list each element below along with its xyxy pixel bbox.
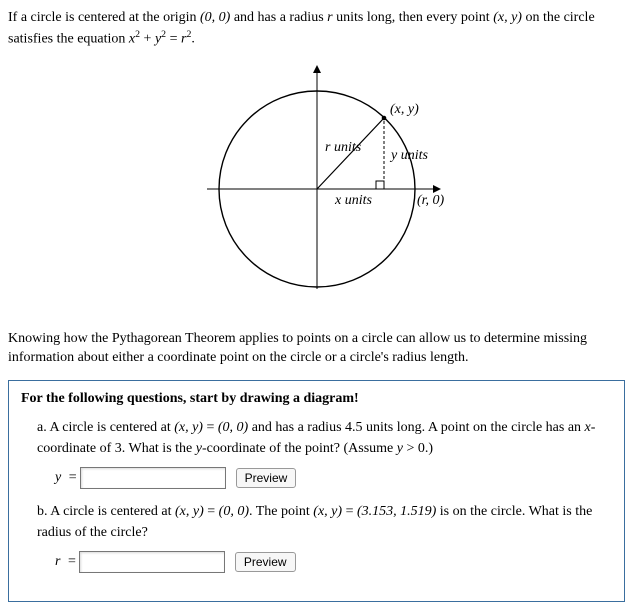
preview-button-b[interactable]: Preview — [235, 552, 296, 572]
question-box: For the following questions, start by dr… — [8, 380, 625, 602]
answer-row-a: y = Preview — [55, 467, 612, 489]
answer-input-a[interactable] — [80, 467, 226, 489]
question-a: a. A circle is centered at (x, y) = (0, … — [37, 417, 612, 459]
answer-input-b[interactable] — [79, 551, 225, 573]
intro-text: If a circle is centered at the origin (0… — [8, 8, 625, 49]
preview-button-a[interactable]: Preview — [236, 468, 297, 488]
question-b: b. A circle is centered at (x, y) = (0, … — [37, 501, 612, 543]
label-y: y units — [389, 148, 428, 163]
var-label-y: y — [55, 470, 61, 485]
explanation-text: Knowing how the Pythagorean Theorem appl… — [8, 329, 625, 368]
circle-diagram: (x, y) r units y units x units (r, 0) — [8, 59, 625, 304]
label-r0: (r, 0) — [417, 193, 445, 208]
var-label-r: r — [55, 554, 60, 569]
answer-row-b: r = Preview — [55, 551, 612, 573]
label-x: x units — [334, 193, 372, 208]
equals-a: = — [69, 470, 77, 485]
label-r: r units — [325, 140, 362, 155]
question-heading: For the following questions, start by dr… — [21, 391, 612, 407]
label-xy: (x, y) — [390, 102, 419, 117]
equals-b: = — [68, 554, 76, 569]
